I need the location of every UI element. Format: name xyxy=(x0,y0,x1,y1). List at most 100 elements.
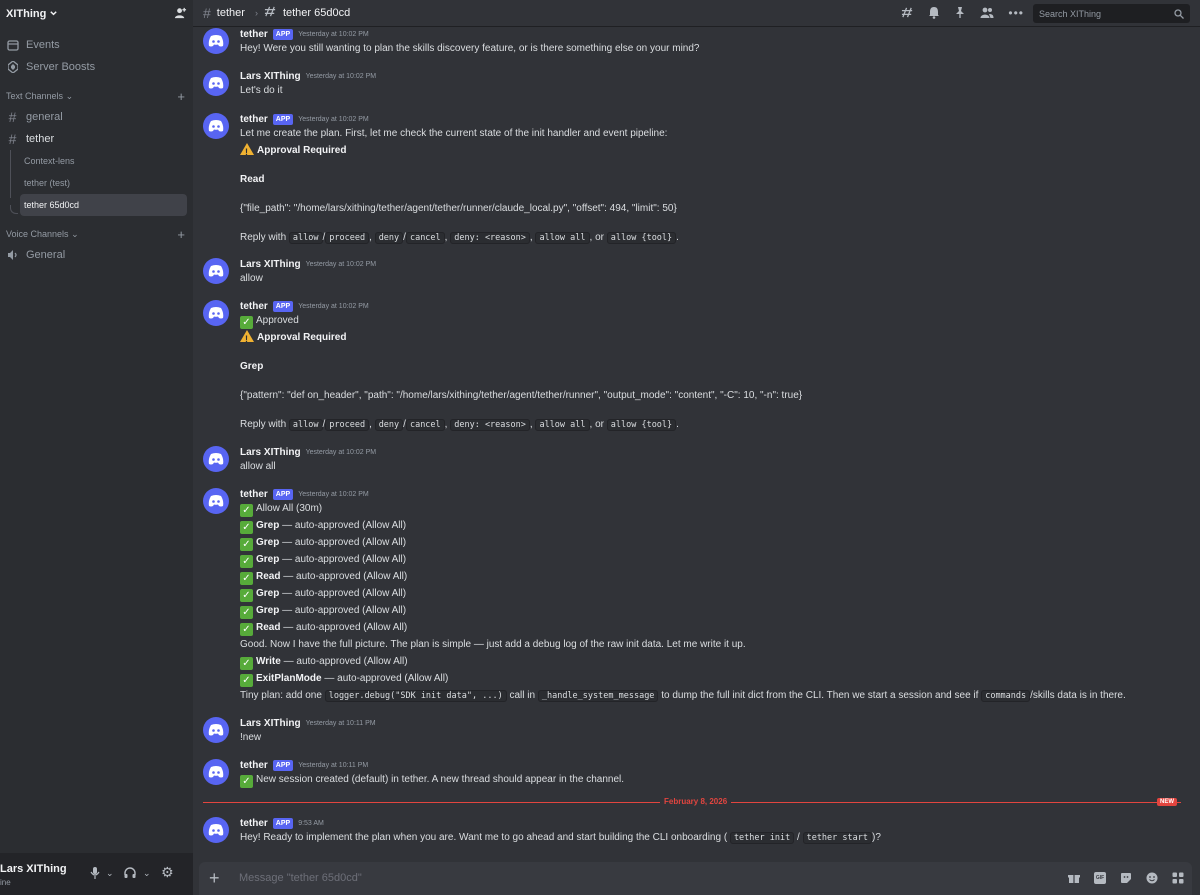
app-badge: APP xyxy=(272,488,294,500)
message-author[interactable]: Lars XIThing xyxy=(240,447,301,458)
auto-approved-text: — auto-approved (Allow All) xyxy=(282,588,407,599)
auto-approved-text: — auto-approved (Allow All) xyxy=(283,622,408,633)
gif-icon[interactable]: GIF xyxy=(1094,872,1106,884)
message-author[interactable]: Lars XIThing xyxy=(240,259,301,270)
avatar[interactable] xyxy=(203,717,229,743)
user-panel: Lars XIThing ine ⌄ ⌄ ⚙ xyxy=(0,853,193,895)
thread-label: tether 65d0cd xyxy=(24,200,80,210)
separator: , xyxy=(369,419,372,430)
allow-all-label: Allow All (30m) xyxy=(256,503,323,514)
pin-icon[interactable] xyxy=(954,6,966,22)
tool-name: Write xyxy=(256,656,281,667)
message-composer[interactable]: + Message "tether 65d0cd" GIF xyxy=(199,862,1192,895)
thread-label: tether (test) xyxy=(24,178,71,188)
message-input[interactable]: Message "tether 65d0cd" xyxy=(239,872,362,884)
add-attachment-icon[interactable]: + xyxy=(209,868,220,889)
avatar[interactable] xyxy=(203,488,229,514)
app-badge: APP xyxy=(272,817,294,829)
threads-icon[interactable] xyxy=(901,6,914,22)
breadcrumb-channel[interactable]: tether xyxy=(217,7,245,19)
timestamp: Yesterday at 10:02 PM xyxy=(305,260,377,268)
message-author[interactable]: tether xyxy=(240,760,268,771)
check-icon: ✓ xyxy=(240,504,253,517)
thread-connector xyxy=(10,205,18,214)
separator: , xyxy=(444,419,448,430)
channel-tether[interactable]: # tether xyxy=(0,128,193,150)
discord-logo-icon xyxy=(208,307,224,319)
separator: . xyxy=(676,419,679,430)
inline-code: _handle_system_message xyxy=(537,690,659,702)
add-channel-icon[interactable]: + xyxy=(177,89,185,104)
check-icon: ✓ xyxy=(240,623,253,636)
avatar[interactable] xyxy=(203,300,229,326)
search-icon xyxy=(1174,8,1184,19)
auto-approved-text: — auto-approved (Allow All) xyxy=(282,537,407,548)
sticker-icon[interactable] xyxy=(1120,872,1132,887)
separator: , or xyxy=(589,419,604,430)
chevron-down-icon: ⌄ xyxy=(71,228,79,239)
gear-icon[interactable]: ⚙ xyxy=(161,864,174,881)
chevron-down-icon[interactable]: ⌄ xyxy=(106,868,114,879)
avatar[interactable] xyxy=(203,113,229,139)
reply-instructions: Reply with allow / proceed, deny / cancel, d… xyxy=(240,229,1190,247)
message-author[interactable]: tether xyxy=(240,301,268,312)
more-options-icon[interactable]: ••• xyxy=(1008,6,1024,22)
gift-icon[interactable] xyxy=(1068,872,1080,887)
channel-general[interactable]: # general xyxy=(0,106,193,128)
message-text: !new xyxy=(240,732,262,743)
avatar[interactable] xyxy=(203,70,229,96)
message-author[interactable]: Lars XIThing xyxy=(240,718,301,729)
text-channels-category[interactable]: Text Channels ⌄ + xyxy=(0,86,193,106)
sidebar-item-server-boosts[interactable]: Server Boosts xyxy=(0,56,193,78)
tool-name: ExitPlanMode xyxy=(256,673,322,684)
server-header[interactable]: XIThing xyxy=(0,0,193,27)
auto-approved-line: ✓ Grep — auto-approved (Allow All) xyxy=(240,602,1190,619)
avatar[interactable] xyxy=(203,446,229,472)
add-member-icon[interactable] xyxy=(174,7,187,20)
emoji-icon[interactable] xyxy=(1146,872,1158,887)
thread-label: Context-lens xyxy=(24,156,75,166)
members-icon[interactable] xyxy=(980,6,994,22)
code-allow-tool: allow {tool} xyxy=(606,232,677,244)
avatar[interactable] xyxy=(203,28,229,54)
avatar[interactable] xyxy=(203,817,229,843)
category-label: Voice Channels xyxy=(6,228,69,239)
auto-approved-text: — auto-approved (Allow All) xyxy=(282,520,407,531)
add-channel-icon[interactable]: + xyxy=(177,227,185,242)
voice-channels-category[interactable]: Voice Channels ⌄ + xyxy=(0,224,193,244)
message-author[interactable]: tether xyxy=(240,489,268,500)
thread-context-lens[interactable]: Context-lens xyxy=(20,150,187,172)
separator: , xyxy=(369,232,372,243)
header-toolbar: ••• xyxy=(901,6,1024,22)
code-deny: deny xyxy=(374,232,404,244)
headphones-icon[interactable] xyxy=(124,867,136,882)
inline-code: logger.debug("SDK init data", ...) xyxy=(324,690,507,702)
auto-approved-text: — auto-approved (Allow All) xyxy=(282,605,407,616)
chevron-down-icon[interactable]: ⌄ xyxy=(143,868,151,879)
server-name[interactable]: XIThing xyxy=(6,8,58,20)
apps-icon[interactable] xyxy=(1172,872,1184,887)
thread-tether-65d0cd[interactable]: tether 65d0cd xyxy=(20,194,187,216)
message-author[interactable]: tether xyxy=(240,114,268,125)
check-icon: ✓ xyxy=(240,589,253,602)
tool-name: Grep xyxy=(256,537,280,548)
auto-approved-text: — auto-approved (Allow All) xyxy=(324,673,449,684)
voice-channel-general[interactable]: General xyxy=(0,244,193,266)
search-input[interactable]: Search XIThing xyxy=(1033,4,1190,23)
message-author[interactable]: tether xyxy=(240,29,268,40)
message-author[interactable]: tether xyxy=(240,818,268,829)
microphone-icon[interactable] xyxy=(90,867,100,882)
avatar[interactable] xyxy=(203,759,229,785)
hashtag-icon: # xyxy=(8,131,17,147)
message-text-part: Hey! Ready to implement the plan when yo… xyxy=(240,832,728,843)
message-author[interactable]: Lars XIThing xyxy=(240,71,301,82)
auto-approved-line: ✓ Grep — auto-approved (Allow All) xyxy=(240,585,1190,602)
sidebar-item-events[interactable]: Events xyxy=(0,34,193,56)
plan-text-part: Tiny plan: add one xyxy=(240,690,322,701)
bell-icon[interactable] xyxy=(928,6,940,22)
avatar[interactable] xyxy=(203,258,229,284)
timestamp: Yesterday at 10:02 PM xyxy=(298,302,369,310)
thread-tether-test[interactable]: tether (test) xyxy=(20,172,187,194)
channel-header: # tether › tether 65d0cd ••• Search XITh… xyxy=(193,0,1200,27)
user-name[interactable]: Lars XIThing xyxy=(0,863,67,875)
